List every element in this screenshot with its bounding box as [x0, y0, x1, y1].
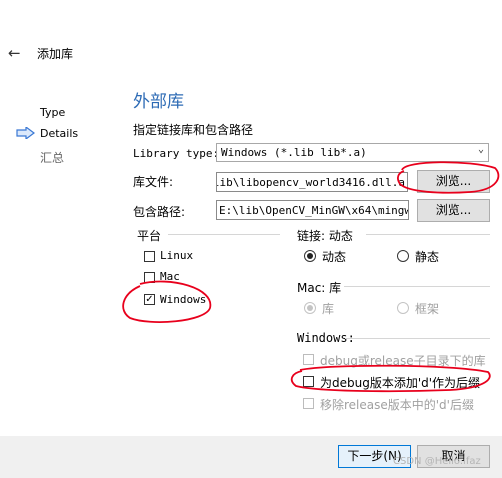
include-path-input[interactable]: E:\lib\OpenCV_MinGW\x64\mingw — [216, 200, 409, 220]
windows-checkbox[interactable]: ✓ — [144, 294, 155, 305]
include-path-value: E:\lib\OpenCV_MinGW\x64\mingw — [219, 204, 409, 217]
debug-subdir-label: debug或release子目录下的库 — [320, 354, 486, 368]
mac-label: Mac — [160, 270, 180, 283]
windows-label: Windows — [160, 293, 207, 306]
dynamic-label: 动态 — [322, 250, 347, 264]
mac-framework-label: 框架 — [415, 302, 440, 316]
back-arrow-icon[interactable]: ← — [8, 44, 21, 62]
page-title: 外部库 — [133, 92, 184, 112]
linux-label: Linux — [160, 249, 194, 262]
debug-suffix-checkbox[interactable] — [303, 376, 314, 387]
watermark: CSDN @Hello.ifaz — [393, 456, 481, 467]
dynamic-radio[interactable] — [304, 250, 316, 262]
mac-group-title: Mac: 库 — [297, 281, 342, 295]
step-summary: 汇总 — [40, 151, 65, 165]
mac-checkbox[interactable] — [144, 272, 155, 283]
library-file-input[interactable]: w\lib\libopencv_world3416.dll.a — [216, 172, 408, 192]
window-title: 添加库 — [37, 47, 74, 61]
mac-library-label: 库 — [322, 302, 335, 316]
current-step-arrow-icon — [16, 127, 35, 139]
library-type-select[interactable]: Windows (*.lib lib*.a) ⌄ — [216, 143, 489, 162]
debug-suffix-label: 为debug版本添加'd'作为后缀 — [320, 376, 481, 390]
library-file-value: w\lib\libopencv_world3416.dll.a — [216, 176, 405, 189]
mac-group-divider — [344, 286, 490, 287]
remove-release-suffix-checkbox[interactable] — [303, 398, 314, 409]
library-type-value: Windows (*.lib lib*.a) — [221, 146, 367, 159]
remove-release-suffix-label: 移除release版本中的'd'后缀 — [320, 398, 474, 412]
browse-library-button[interactable]: 浏览... — [417, 170, 490, 193]
checkmark-icon: ✓ — [145, 294, 154, 305]
linux-checkbox[interactable] — [144, 251, 155, 262]
mac-framework-radio[interactable] — [397, 302, 409, 314]
linkage-group-divider — [366, 234, 490, 235]
step-type: Type — [40, 106, 66, 119]
step-details: Details — [40, 127, 79, 140]
static-label: 静态 — [415, 250, 440, 264]
library-type-label: Library type: — [133, 147, 220, 160]
debug-subdir-checkbox[interactable] — [303, 354, 314, 365]
browse-include-button[interactable]: 浏览... — [417, 199, 490, 222]
platform-group-divider — [168, 234, 280, 235]
static-radio[interactable] — [397, 250, 409, 262]
page-subtitle: 指定链接库和包含路径 — [133, 123, 254, 137]
mac-library-radio[interactable] — [304, 302, 316, 314]
library-file-label: 库文件: — [133, 175, 174, 189]
platform-group-title: 平台 — [137, 229, 162, 243]
include-path-label: 包含路径: — [133, 205, 186, 219]
windows-group-divider — [345, 338, 490, 339]
linkage-group-title: 链接: 动态 — [297, 229, 353, 243]
chevron-down-icon: ⌄ — [477, 144, 484, 155]
